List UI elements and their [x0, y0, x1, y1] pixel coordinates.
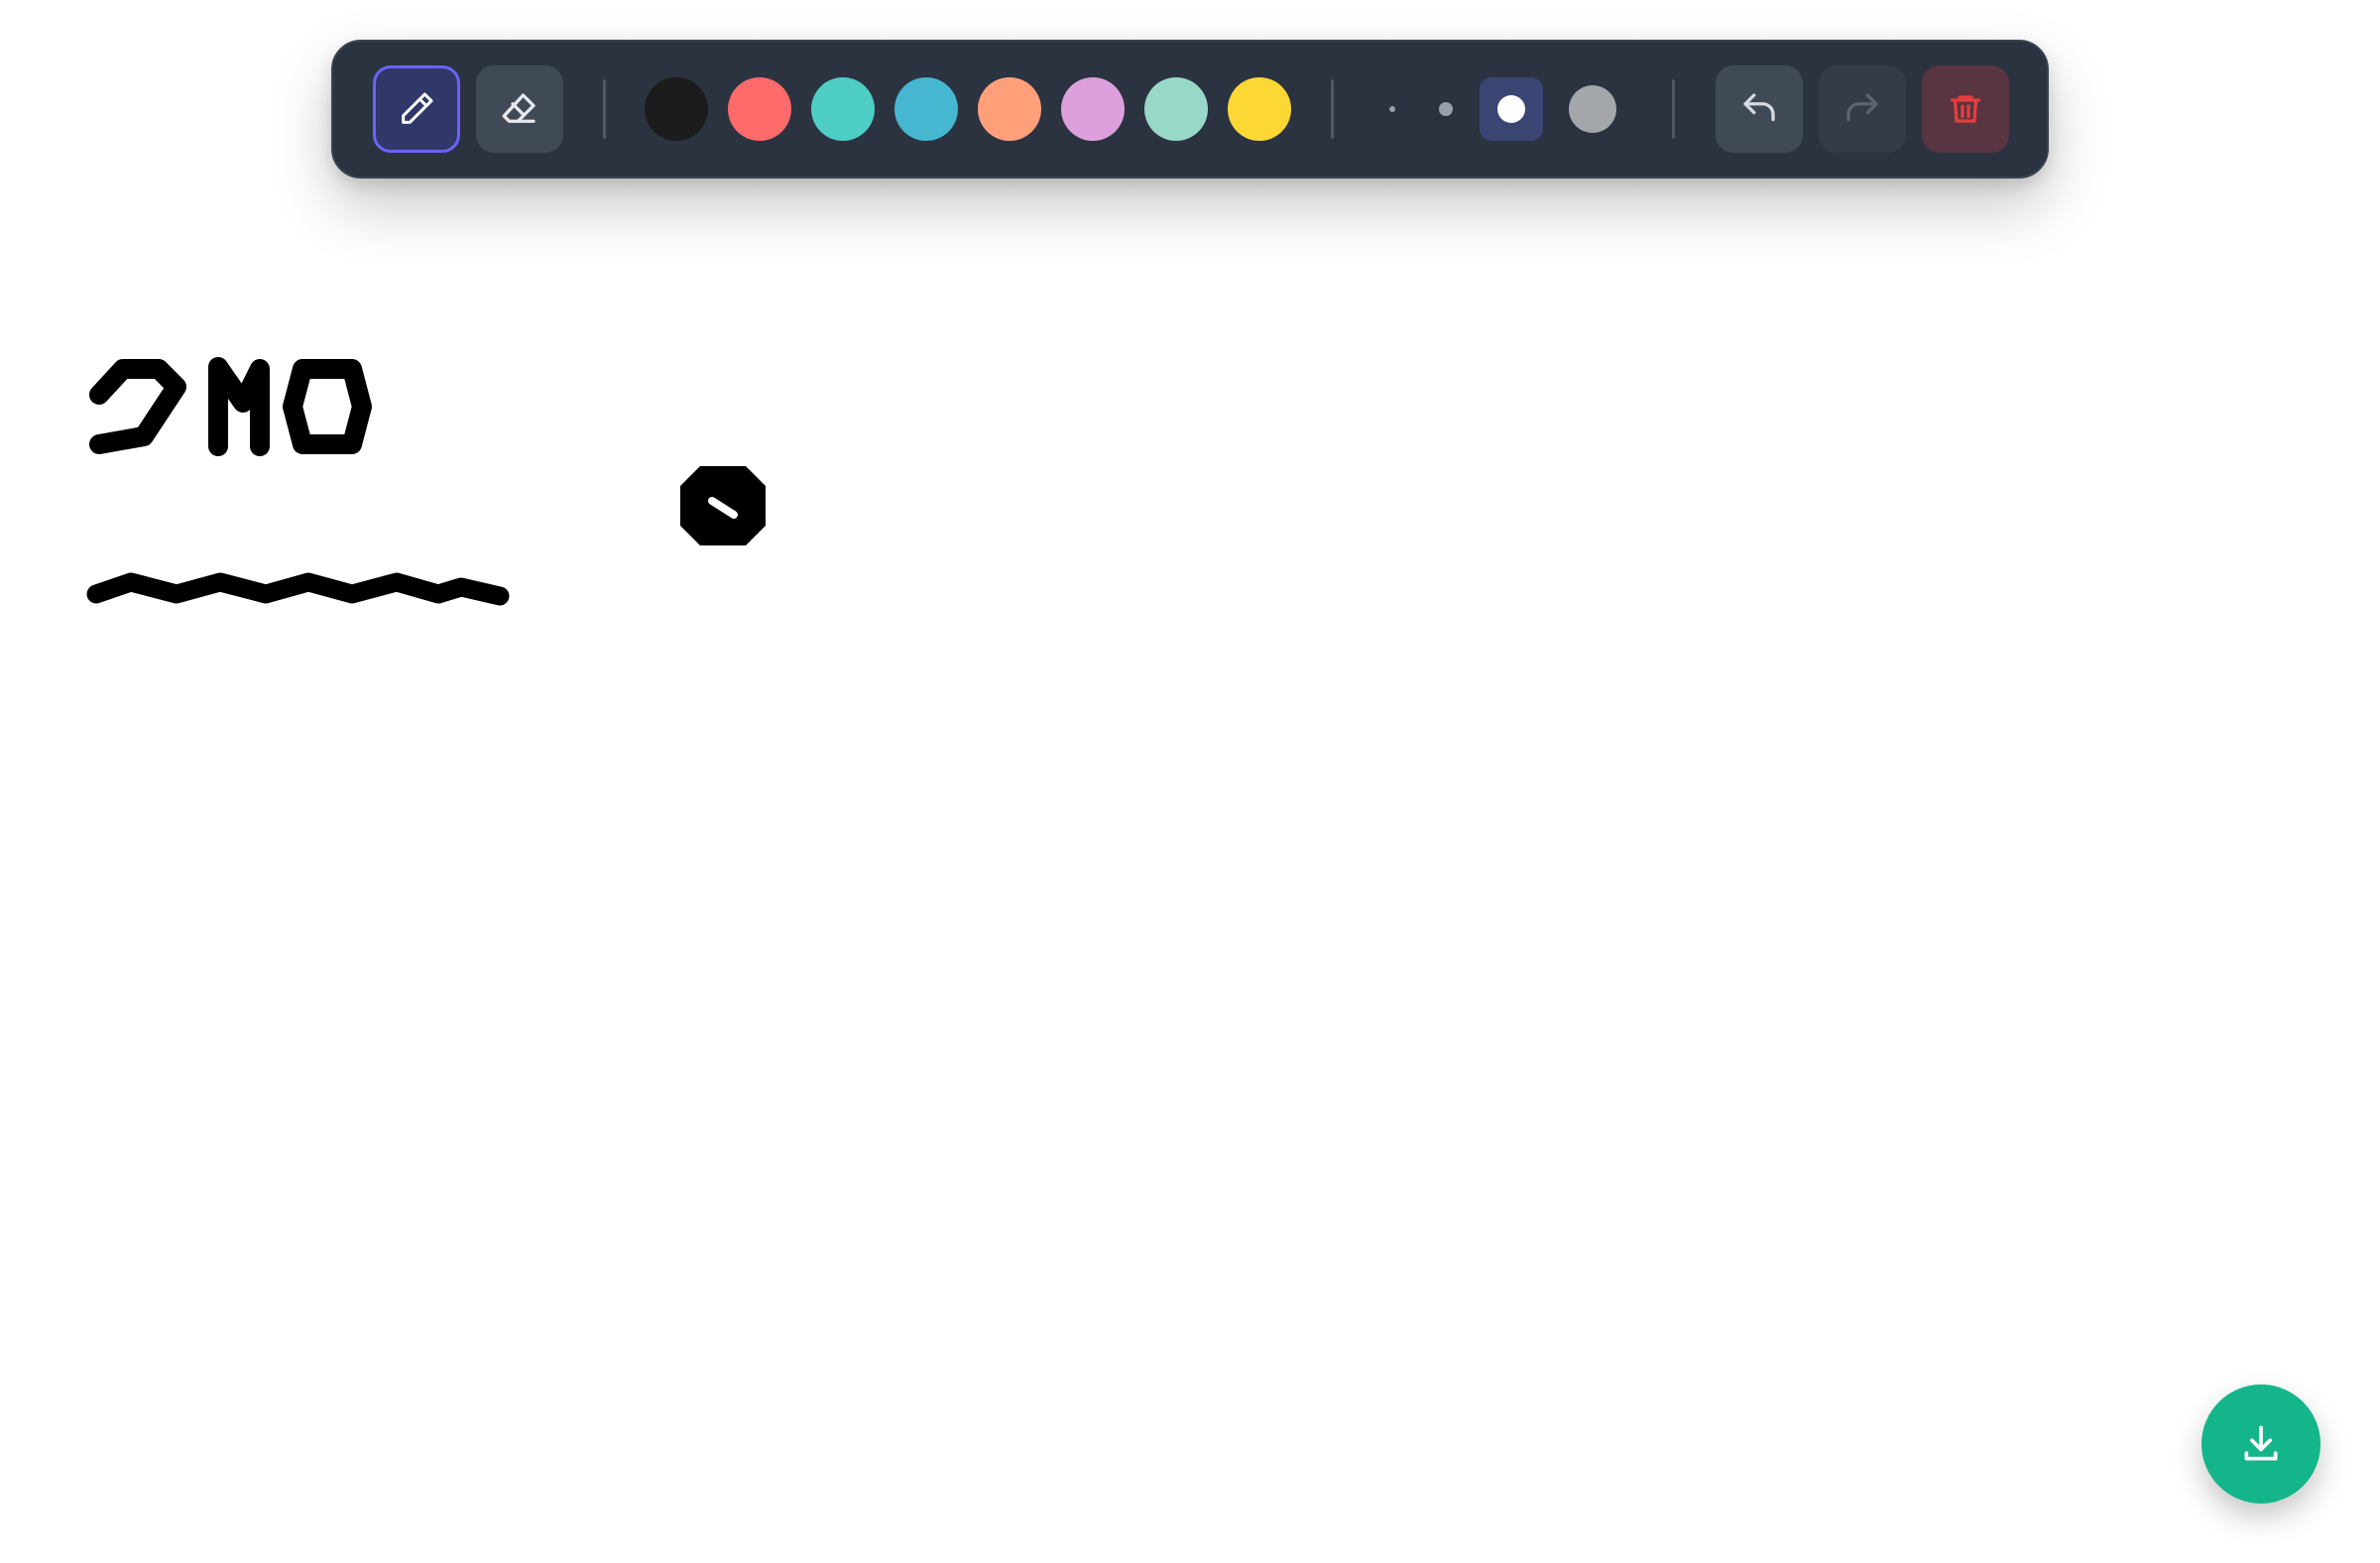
brush-size-3[interactable] [1480, 77, 1543, 141]
brush-size-dot [1569, 85, 1616, 133]
drawing-toolbar [331, 40, 2049, 179]
toolbar-separator [603, 79, 606, 139]
undo-button[interactable] [1716, 65, 1803, 153]
color-swatch-mint[interactable] [1144, 77, 1208, 141]
handwritten-glyphs [89, 357, 372, 456]
undo-icon [1743, 93, 1775, 122]
drawing-canvas[interactable] [0, 0, 2380, 1563]
redo-icon [1846, 93, 1878, 122]
color-swatch-yellow[interactable] [1228, 77, 1291, 141]
clear-canvas-button[interactable] [1922, 65, 2009, 153]
pencil-icon [402, 92, 433, 124]
brush-size-2[interactable] [1414, 77, 1478, 141]
wavy-line [86, 572, 510, 606]
brush-size-dot [1389, 106, 1395, 112]
brush-size-4[interactable] [1561, 77, 1624, 141]
color-swatch-plum[interactable] [1061, 77, 1125, 141]
brush-size-dot [1439, 102, 1453, 116]
pencil-tool-button[interactable] [373, 65, 460, 153]
color-swatch-red[interactable] [728, 77, 791, 141]
color-swatch-blue[interactable] [894, 77, 958, 141]
stop-sign-scribble [680, 466, 766, 545]
redo-button[interactable] [1819, 65, 1906, 153]
toolbar-separator [1672, 79, 1675, 139]
color-swatch-teal[interactable] [811, 77, 875, 141]
eraser-icon [502, 93, 536, 123]
toolbar-separator [1331, 79, 1334, 139]
eraser-tool-button[interactable] [476, 65, 563, 153]
download-button[interactable] [2202, 1384, 2320, 1503]
brush-size-dot [1497, 95, 1525, 123]
color-swatch-black[interactable] [645, 77, 708, 141]
download-icon [2244, 1425, 2278, 1461]
color-swatch-salmon[interactable] [978, 77, 1041, 141]
trash-icon [1950, 95, 1981, 123]
